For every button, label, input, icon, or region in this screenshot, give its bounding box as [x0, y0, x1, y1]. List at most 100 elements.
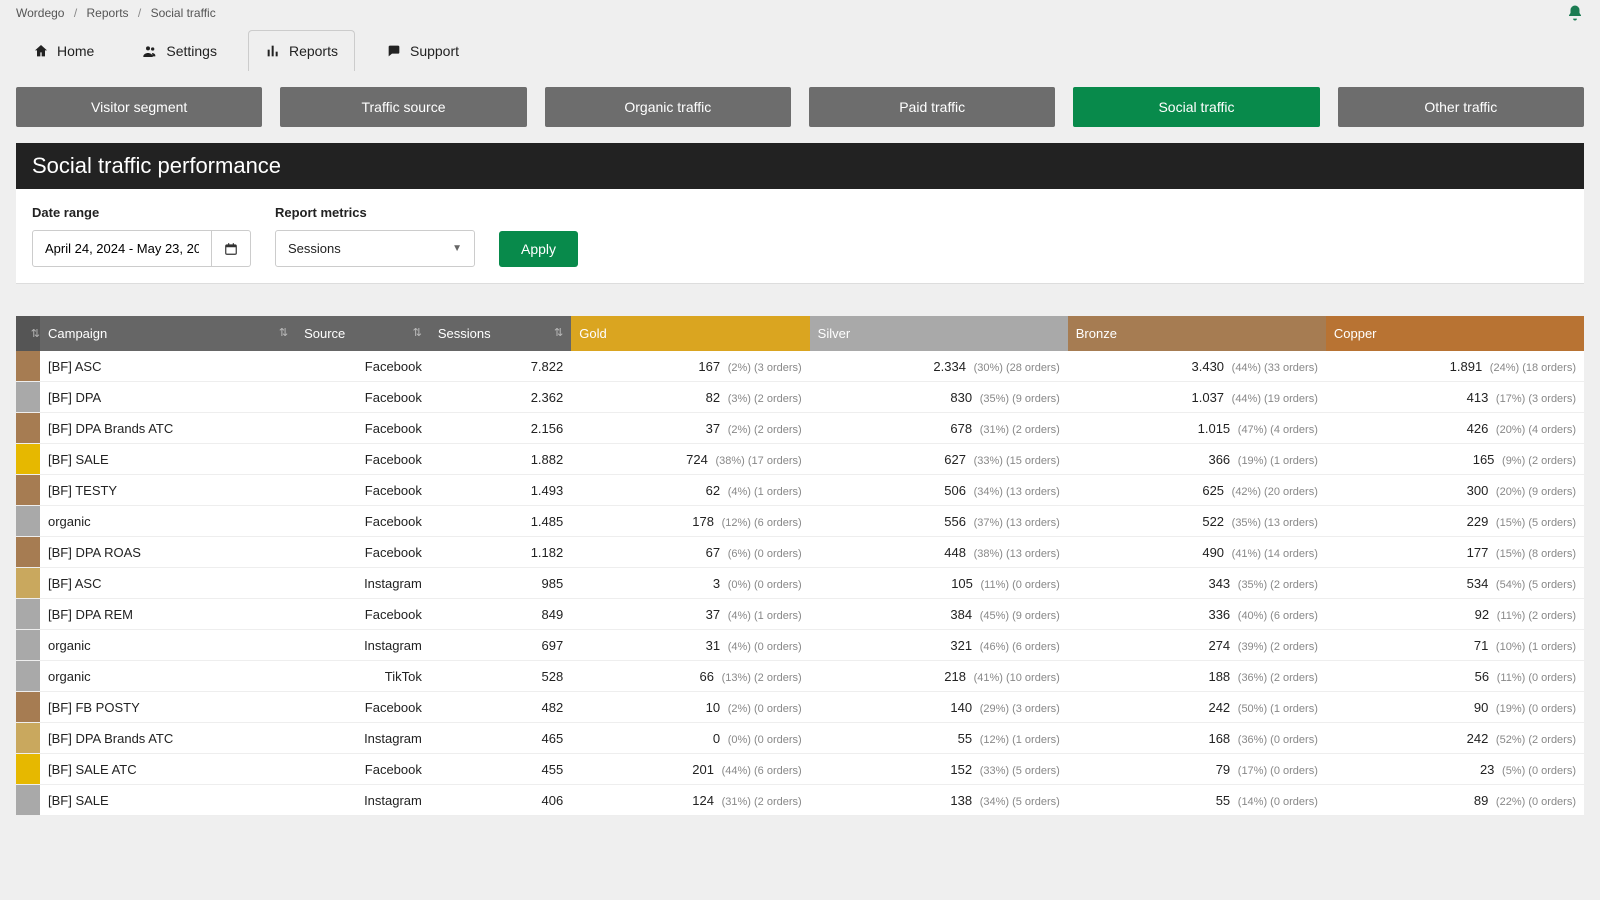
cell-source: Facebook: [296, 599, 430, 630]
col-campaign[interactable]: Campaign⇅: [40, 316, 296, 351]
swatch-icon: [16, 351, 40, 381]
cell-gold: 178 (12%) (6 orders): [571, 506, 809, 537]
cell-silver: 140 (29%) (3 orders): [810, 692, 1068, 723]
cell-bronze: 366 (19%) (1 orders): [1068, 444, 1326, 475]
row-swatch: [16, 754, 40, 785]
row-swatch: [16, 568, 40, 599]
cell-source: Facebook: [296, 506, 430, 537]
table-row[interactable]: organicInstagram69731 (4%) (0 orders)321…: [16, 630, 1584, 661]
swatch-icon: [16, 785, 40, 815]
swatch-icon: [16, 630, 40, 660]
cell-bronze: 3.430 (44%) (33 orders): [1068, 351, 1326, 382]
seg-social[interactable]: Social traffic: [1073, 87, 1319, 127]
cell-silver: 448 (38%) (13 orders): [810, 537, 1068, 568]
col-source[interactable]: Source⇅: [296, 316, 430, 351]
table-row[interactable]: [BF] FB POSTYFacebook48210 (2%) (0 order…: [16, 692, 1584, 723]
cell-campaign: [BF] FB POSTY: [40, 692, 296, 723]
cell-silver: 321 (46%) (6 orders): [810, 630, 1068, 661]
cell-copper: 177 (15%) (8 orders): [1326, 537, 1584, 568]
seg-traffic-source[interactable]: Traffic source: [280, 87, 526, 127]
bell-icon[interactable]: [1566, 4, 1584, 22]
cell-source: Facebook: [296, 754, 430, 785]
cell-sessions: 482: [430, 692, 571, 723]
cell-campaign: organic: [40, 630, 296, 661]
swatch-icon: [16, 444, 40, 474]
cell-bronze: 188 (36%) (2 orders): [1068, 661, 1326, 692]
cell-gold: 10 (2%) (0 orders): [571, 692, 809, 723]
table-row[interactable]: [BF] ASCInstagram9853 (0%) (0 orders)105…: [16, 568, 1584, 599]
table-row[interactable]: organicFacebook1.485178 (12%) (6 orders)…: [16, 506, 1584, 537]
row-swatch: [16, 630, 40, 661]
cell-gold: 66 (13%) (2 orders): [571, 661, 809, 692]
crumb-reports[interactable]: Reports: [87, 6, 129, 20]
swatch-icon: [16, 568, 40, 598]
row-swatch: [16, 351, 40, 382]
cell-source: Instagram: [296, 723, 430, 754]
table-row[interactable]: [BF] DPA ROASFacebook1.18267 (6%) (0 ord…: [16, 537, 1584, 568]
cell-bronze: 336 (40%) (6 orders): [1068, 599, 1326, 630]
cell-bronze: 168 (36%) (0 orders): [1068, 723, 1326, 754]
sort-icon: ⇅: [279, 326, 288, 339]
table-row[interactable]: [BF] SALEFacebook1.882724 (38%) (17 orde…: [16, 444, 1584, 475]
table-row[interactable]: [BF] DPA Brands ATCFacebook2.15637 (2%) …: [16, 413, 1584, 444]
cell-gold: 67 (6%) (0 orders): [571, 537, 809, 568]
table-row[interactable]: [BF] DPA REMFacebook84937 (4%) (1 orders…: [16, 599, 1584, 630]
crumb-wordego[interactable]: Wordego: [16, 6, 64, 20]
cell-silver: 627 (33%) (15 orders): [810, 444, 1068, 475]
chat-icon: [386, 43, 402, 59]
table-row[interactable]: [BF] TESTYFacebook1.49362 (4%) (1 orders…: [16, 475, 1584, 506]
sort-icon: ⇅: [31, 327, 40, 340]
cell-copper: 92 (11%) (2 orders): [1326, 599, 1584, 630]
seg-other[interactable]: Other traffic: [1338, 87, 1584, 127]
swatch-icon: [16, 506, 40, 536]
apply-button[interactable]: Apply: [499, 231, 578, 267]
table-row[interactable]: [BF] ASCFacebook7.822167 (2%) (3 orders)…: [16, 351, 1584, 382]
nav-home[interactable]: Home: [16, 30, 111, 71]
cell-copper: 413 (17%) (3 orders): [1326, 382, 1584, 413]
main-nav: Home Settings Reports Support: [0, 30, 1600, 71]
crumb-sep: /: [74, 6, 77, 20]
cell-silver: 138 (34%) (5 orders): [810, 785, 1068, 816]
col-color[interactable]: ⇅: [16, 316, 40, 351]
cell-silver: 384 (45%) (9 orders): [810, 599, 1068, 630]
cell-source: Facebook: [296, 351, 430, 382]
col-bronze: Bronze: [1068, 316, 1326, 351]
date-range-input[interactable]: [32, 230, 212, 267]
cell-gold: 82 (3%) (2 orders): [571, 382, 809, 413]
cell-bronze: 274 (39%) (2 orders): [1068, 630, 1326, 661]
col-sessions[interactable]: Sessions⇅: [430, 316, 571, 351]
cell-gold: 62 (4%) (1 orders): [571, 475, 809, 506]
cell-campaign: [BF] DPA Brands ATC: [40, 723, 296, 754]
swatch-icon: [16, 413, 40, 443]
cell-copper: 1.891 (24%) (18 orders): [1326, 351, 1584, 382]
seg-visitor[interactable]: Visitor segment: [16, 87, 262, 127]
cell-source: Facebook: [296, 692, 430, 723]
row-swatch: [16, 661, 40, 692]
row-swatch: [16, 475, 40, 506]
cell-source: Facebook: [296, 475, 430, 506]
table-row[interactable]: [BF] DPA Brands ATCInstagram4650 (0%) (0…: [16, 723, 1584, 754]
metric-select[interactable]: Sessions ▼: [275, 230, 475, 267]
cell-sessions: 406: [430, 785, 571, 816]
cell-sessions: 2.156: [430, 413, 571, 444]
nav-support[interactable]: Support: [369, 30, 476, 71]
cell-source: Facebook: [296, 537, 430, 568]
cell-silver: 152 (33%) (5 orders): [810, 754, 1068, 785]
table-row[interactable]: [BF] DPAFacebook2.36282 (3%) (2 orders)8…: [16, 382, 1584, 413]
table-row[interactable]: [BF] SALE ATCFacebook455201 (44%) (6 ord…: [16, 754, 1584, 785]
caret-down-icon: ▼: [452, 243, 462, 254]
cell-campaign: [BF] TESTY: [40, 475, 296, 506]
row-swatch: [16, 785, 40, 816]
nav-settings[interactable]: Settings: [125, 30, 234, 71]
seg-organic[interactable]: Organic traffic: [545, 87, 791, 127]
swatch-icon: [16, 723, 40, 753]
table-row[interactable]: organicTikTok52866 (13%) (2 orders)218 (…: [16, 661, 1584, 692]
cell-copper: 534 (54%) (5 orders): [1326, 568, 1584, 599]
calendar-button[interactable]: [212, 230, 251, 267]
seg-paid[interactable]: Paid traffic: [809, 87, 1055, 127]
cell-silver: 2.334 (30%) (28 orders): [810, 351, 1068, 382]
table-row[interactable]: [BF] SALEInstagram406124 (31%) (2 orders…: [16, 785, 1584, 816]
sort-icon: ⇅: [413, 326, 422, 339]
cell-sessions: 465: [430, 723, 571, 754]
nav-reports[interactable]: Reports: [248, 30, 355, 71]
